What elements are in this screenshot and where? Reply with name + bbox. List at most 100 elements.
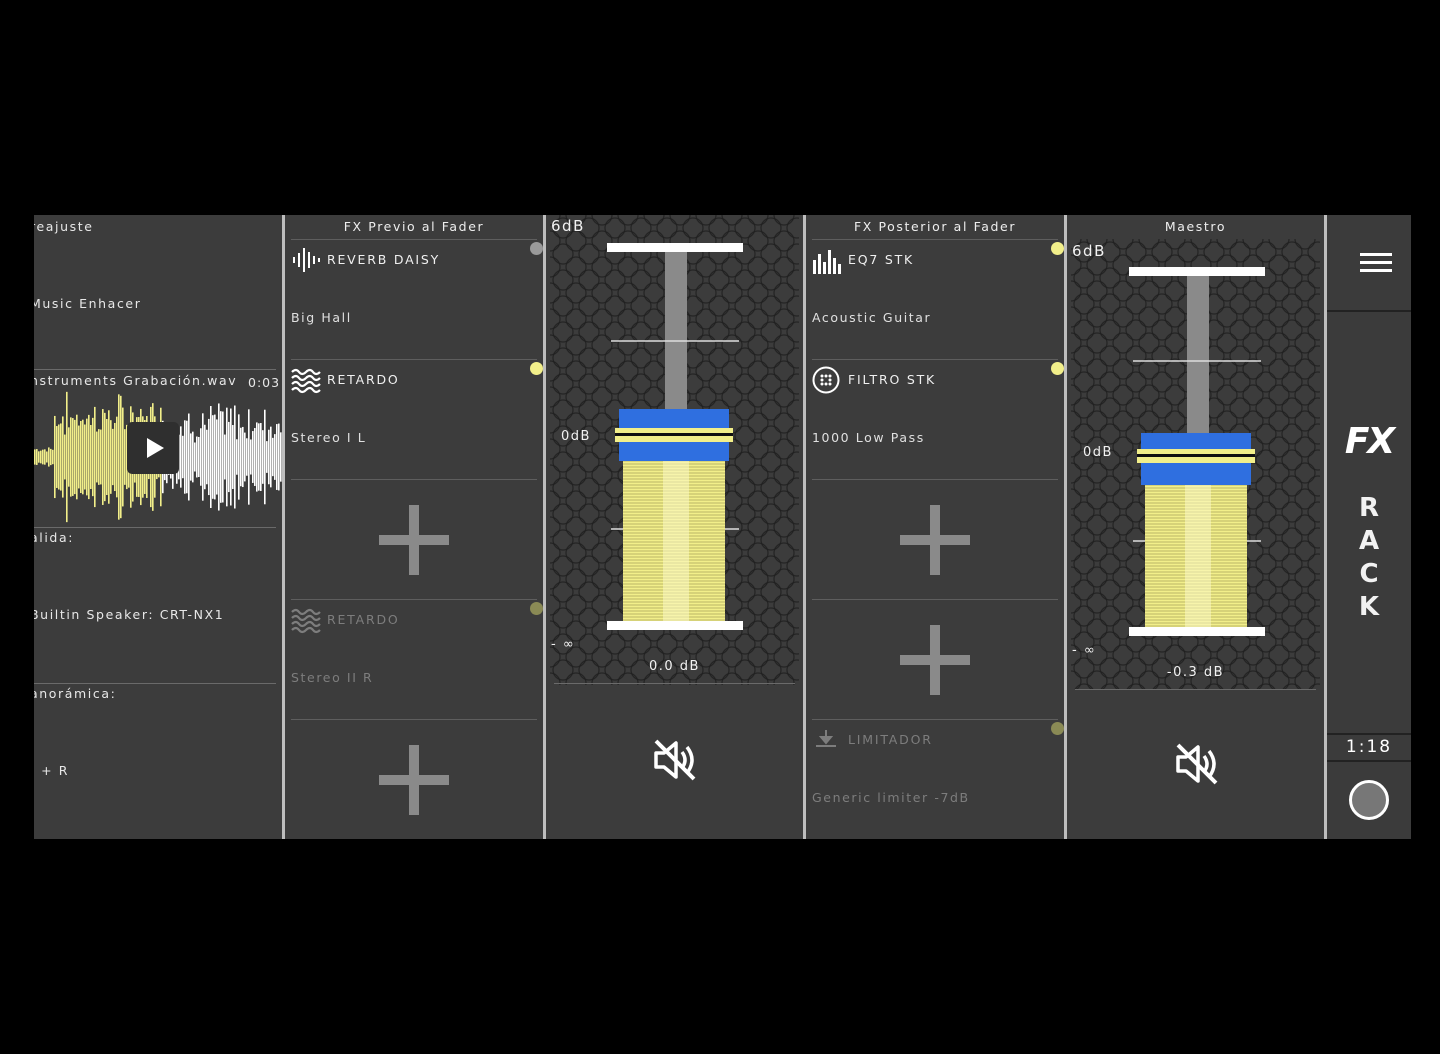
waveform-bar	[194, 442, 196, 472]
fx-status-dot[interactable]	[530, 242, 543, 255]
recording-time: 1:18	[1345, 737, 1393, 757]
fx-status-dot[interactable]	[530, 362, 543, 375]
source-panel: reajuste Music Enhacer nstruments Grabac…	[34, 215, 282, 839]
fx-slot-eq[interactable]: EQ7 STK Acoustic Guitar	[812, 239, 1064, 359]
waveform-bar	[44, 449, 46, 465]
add-fx-slot-1[interactable]	[291, 479, 537, 599]
waveform-bar	[262, 430, 264, 484]
waveform-bar	[70, 417, 72, 497]
preset-label: reajuste	[34, 219, 94, 234]
waveform-bar	[90, 424, 92, 490]
waveform-bar	[74, 419, 76, 495]
master-fader[interactable]	[1123, 263, 1273, 641]
waveform-bar	[54, 415, 56, 499]
fx-slot-delay-1[interactable]: RETARDO Stereo I L	[291, 359, 543, 479]
waveform-bar	[122, 407, 124, 507]
file-name: nstruments Grabación.wav	[34, 373, 238, 388]
add-fx-slot-2[interactable]	[291, 719, 537, 839]
add-fx-slot-4[interactable]	[812, 599, 1058, 719]
fx-slot-filter[interactable]: FILTRO STK 1000 Low Pass	[812, 359, 1064, 479]
play-icon	[147, 438, 164, 458]
mute-icon[interactable]	[1172, 739, 1222, 789]
plus-icon	[900, 504, 970, 575]
waveform-bar	[238, 414, 240, 500]
waveform-bar	[66, 391, 68, 523]
waveform-bar	[82, 419, 84, 495]
waveform-bar	[226, 407, 228, 507]
waveform-bar	[274, 434, 276, 480]
fx-status-dot[interactable]	[1051, 242, 1064, 255]
waveform-bar	[98, 429, 100, 485]
fader-value: 0.0 dB	[649, 659, 700, 674]
master-min-label: - ∞	[1072, 643, 1097, 658]
waves-icon	[291, 368, 321, 394]
waveform-bar	[80, 420, 82, 494]
add-fx-slot-3[interactable]	[812, 479, 1058, 599]
waveform-bar	[202, 413, 204, 501]
waveform-bar	[38, 451, 40, 463]
waveform-bar	[94, 406, 96, 508]
waveform-bar	[184, 420, 186, 494]
post-fader-fx-panel: FX Posterior al Fader EQ7 STK Acoustic G…	[806, 215, 1064, 839]
waveform-bar	[236, 439, 238, 475]
fader-min-label: - ∞	[551, 637, 576, 652]
channel-fader[interactable]	[601, 239, 751, 634]
waveform-bar	[62, 416, 64, 498]
hamburger-icon	[1360, 253, 1392, 256]
menu-button[interactable]	[1327, 215, 1411, 312]
fx-preset: Big Hall	[291, 310, 352, 325]
waveform-bar	[118, 394, 120, 520]
fx-name: RETARDO	[327, 372, 400, 387]
waveform-bar	[124, 429, 126, 485]
waveform-bar	[120, 395, 122, 519]
mute-icon[interactable]	[650, 735, 700, 785]
waveform-bar	[186, 420, 188, 494]
fx-status-dot[interactable]	[1051, 722, 1064, 735]
waveform-bar	[60, 423, 62, 491]
waveform-bar	[266, 441, 268, 473]
pan-value[interactable]: . + R	[34, 763, 69, 778]
waveform-bar	[88, 414, 90, 500]
master-zero-label: 0dB	[1083, 445, 1113, 460]
preset-value[interactable]: Music Enhacer	[34, 296, 141, 311]
fader-max-label: 6dB	[551, 217, 585, 235]
waveform-bar	[106, 418, 108, 496]
waveform-bar	[208, 418, 210, 496]
waveform-bar	[242, 426, 244, 488]
waveform-bar	[248, 409, 250, 505]
waveform-bar	[268, 429, 270, 485]
rack-letter: A	[1358, 526, 1380, 556]
master-panel: Maestro 6dB 0dB - ∞ -0.3 dB	[1067, 215, 1324, 839]
fx-slot-reverb[interactable]: REVERB DAISY Big Hall	[291, 239, 543, 359]
fx-status-dot[interactable]	[530, 602, 543, 615]
fx-slot-delay-2[interactable]: RETARDO Stereo II R	[291, 599, 543, 719]
channel-fader-panel: 6dB 0dB - ∞ 0.0 dB	[546, 215, 803, 839]
master-value: -0.3 dB	[1166, 665, 1225, 680]
waveform-bar	[270, 426, 272, 488]
waveform-bar	[224, 434, 226, 480]
waveform-bar	[182, 435, 184, 479]
fx-preset: 1000 Low Pass	[812, 430, 925, 445]
waveform-bar	[220, 411, 222, 503]
waveform-bar	[96, 431, 98, 483]
waveform-bar	[58, 424, 60, 490]
waveform-bar	[222, 411, 224, 503]
waveform-bar	[78, 425, 80, 489]
waveform-bar	[216, 419, 218, 495]
waveform-bar	[108, 410, 110, 504]
waveform-bar	[206, 429, 208, 485]
output-label: alida:	[34, 530, 75, 545]
waveform-bar	[234, 405, 236, 509]
hamburger-icon-bar	[1360, 261, 1392, 264]
fx-status-dot[interactable]	[1051, 362, 1064, 375]
pre-fx-header: FX Previo al Fader	[343, 219, 485, 234]
output-value[interactable]: Builtin Speaker: CRT-NX1	[34, 607, 224, 622]
waveform-bar	[254, 428, 256, 486]
fx-slot-limiter[interactable]: LIMITADOR Generic limiter -7dB	[812, 719, 1064, 839]
record-button[interactable]	[1349, 780, 1389, 820]
plus-icon	[379, 504, 449, 575]
waveform-bar	[260, 423, 262, 491]
play-button[interactable]	[127, 422, 179, 474]
waves-icon	[291, 608, 321, 634]
fx-preset: Stereo II R	[291, 670, 374, 685]
